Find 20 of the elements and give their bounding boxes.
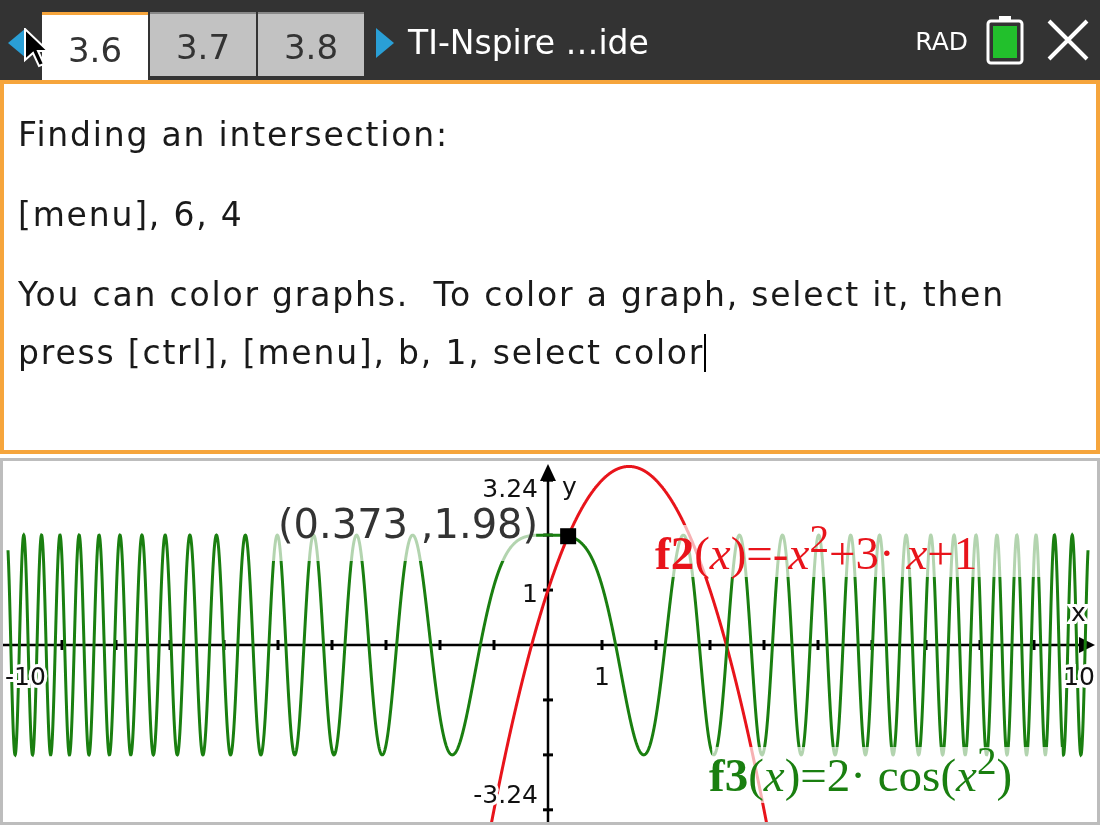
point-coordinates: (0.373 ,1.98): [277, 501, 539, 548]
close-icon[interactable]: [1046, 18, 1090, 62]
document-title: TI-Nspire …ide: [408, 22, 649, 62]
battery-icon: [986, 15, 1024, 65]
y-axis-label: y: [562, 472, 577, 501]
text-cursor: [704, 334, 707, 372]
page-tab[interactable]: 3.8: [258, 12, 364, 76]
y-tick-label: 3.24: [482, 474, 538, 503]
function-label[interactable]: f2(x)=-x$^{2}$+3· x+1: [655, 515, 978, 582]
note-text: [menu], 6, 4: [18, 194, 245, 236]
x-tick-label: 1: [594, 662, 610, 691]
note-text: Finding an intersection:: [18, 114, 450, 156]
function-label[interactable]: f3(x)=2· cos(x$^{2}$): [709, 737, 1013, 804]
next-page-icon[interactable]: [376, 28, 394, 58]
angle-mode: RAD: [915, 26, 968, 56]
page-tab[interactable]: 3.7: [150, 12, 256, 76]
intersection-point[interactable]: [560, 528, 577, 545]
y-tick-label: 1: [522, 579, 538, 609]
note-text: You can color graphs. To color a graph, select it, then press [ctrl], [menu], b, 1, select color: [18, 274, 1006, 374]
page-tab[interactable]: 3.6: [42, 12, 148, 80]
